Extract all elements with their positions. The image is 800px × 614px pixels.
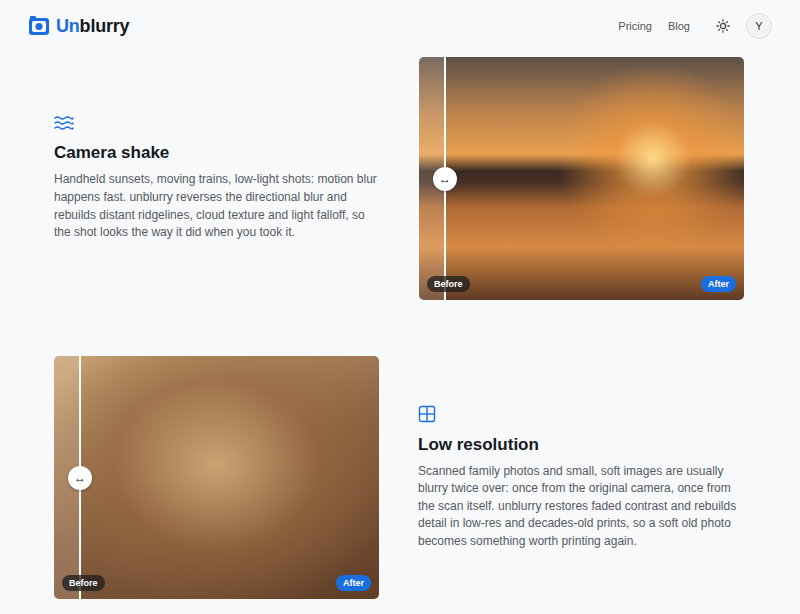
avatar[interactable]: Y: [746, 13, 772, 39]
slider-divider[interactable]: ↔: [79, 356, 81, 599]
sun-icon: [716, 19, 730, 33]
nav: Pricing Blog Y: [602, 13, 772, 39]
feature-section: Low resolution Scanned family photos and …: [54, 356, 744, 599]
logo[interactable]: Unblurry: [28, 15, 129, 37]
camera-logo-icon: [28, 15, 50, 37]
feature-title: Low resolution: [418, 435, 744, 455]
theme-toggle[interactable]: [714, 17, 732, 35]
header: Unblurry Pricing Blog Y: [0, 0, 800, 43]
feature-description: Scanned family photos and small, soft im…: [418, 463, 744, 551]
slider-handle[interactable]: ↔: [433, 167, 457, 191]
feature-text: Camera shake Handheld sunsets, moving tra…: [54, 115, 380, 241]
slider-handle[interactable]: ↔: [68, 466, 92, 490]
feature-description: Handheld sunsets, moving trains, low-lig…: [54, 171, 380, 241]
grid-icon: [418, 405, 436, 423]
feature-section: Camera shake Handheld sunsets, moving tra…: [54, 57, 744, 300]
feature-text: Low resolution Scanned family photos and …: [418, 405, 744, 551]
page: Unblurry Pricing Blog Y Camera shake Handheld…: [0, 0, 800, 614]
features: Camera shake Handheld sunsets, moving tra…: [0, 43, 800, 599]
waves-icon: [54, 115, 74, 131]
before-after-slider[interactable]: ↔BeforeAfter: [419, 57, 744, 300]
slider-divider[interactable]: ↔: [444, 57, 446, 300]
nav-link[interactable]: Blog: [668, 20, 690, 32]
before-after-slider[interactable]: ↔BeforeAfter: [54, 356, 379, 599]
before-badge: Before: [62, 575, 105, 591]
after-badge: After: [701, 276, 736, 292]
feature-title: Camera shake: [54, 143, 380, 163]
nav-link[interactable]: Pricing: [618, 20, 652, 32]
after-badge: After: [336, 575, 371, 591]
logo-text: Unblurry: [56, 16, 129, 37]
before-badge: Before: [427, 276, 470, 292]
